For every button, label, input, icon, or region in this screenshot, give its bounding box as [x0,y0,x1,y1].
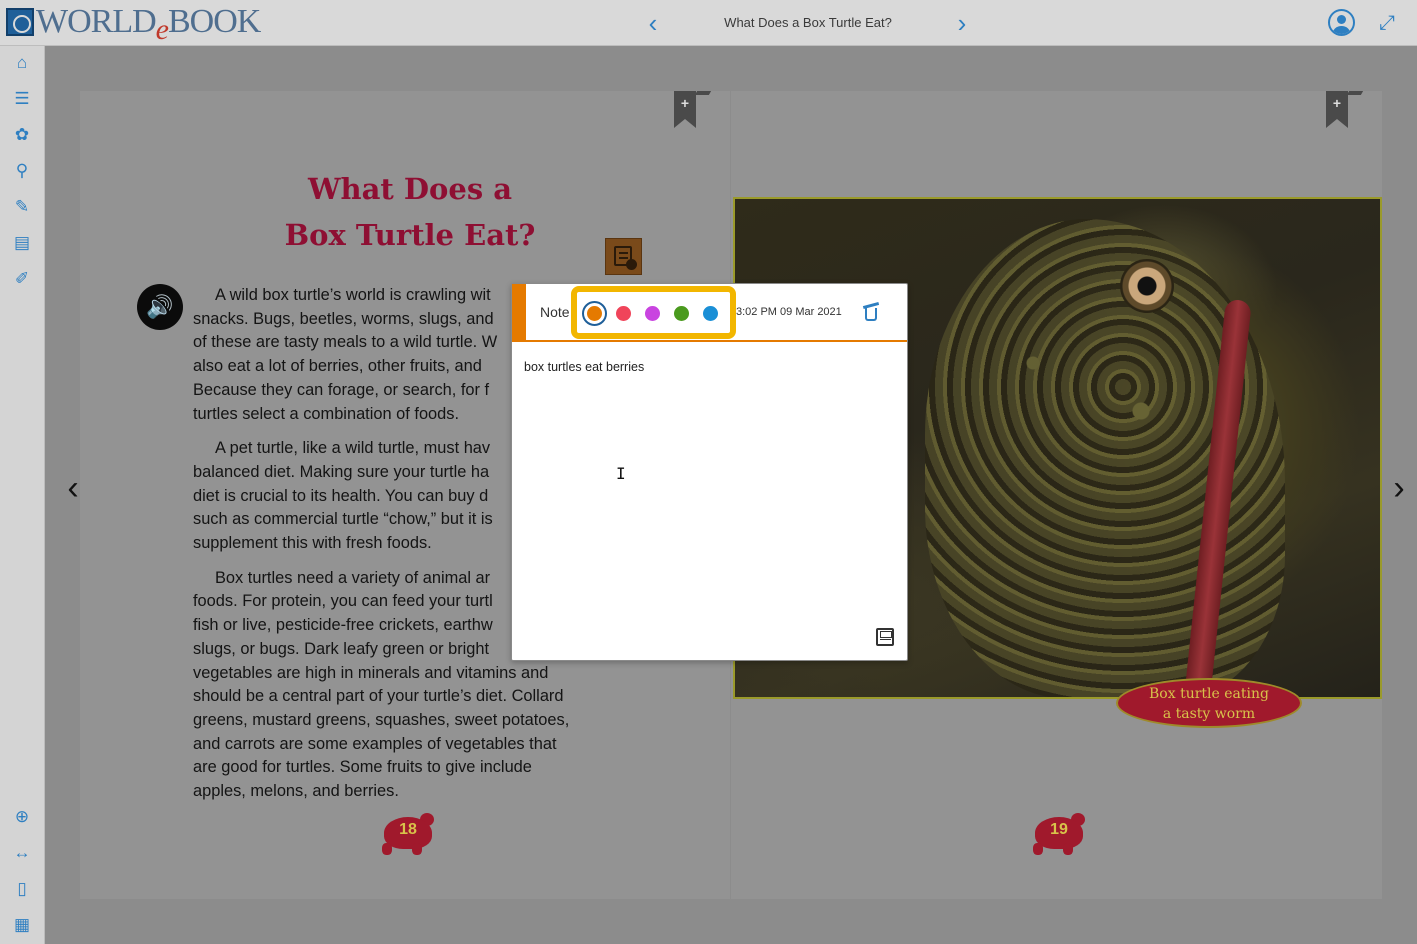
color-swatch-purple[interactable] [645,306,660,321]
note-text-area[interactable]: box turtles eat berries [524,360,894,374]
add-bookmark-right-icon[interactable]: + [1326,91,1348,128]
caption-line-1: Box turtle eating [1149,686,1269,702]
top-bar: WORLD e BOOK ‹ What Does a Box Turtle Eat?… [0,0,1417,46]
zoom-in-icon[interactable]: ⊕ [11,806,33,828]
add-bookmark-left-icon[interactable]: + [674,91,696,128]
notes-icon[interactable]: ▤ [11,232,33,254]
logo-text-world: WORLD [36,3,157,40]
previous-title-button[interactable]: ‹ [641,10,665,36]
note-header: Note 3:02 PM 09 Mar 2021 [512,284,907,342]
note-color-accent [512,284,526,341]
logo-text-e: e [155,13,169,46]
page-title-text: What Does a Box Turtle Eat? [284,172,536,252]
caption-line-2: a tasty worm [1162,706,1256,722]
page-number-18: 18 [376,813,436,859]
annotate-icon[interactable]: ✎ [11,196,33,218]
note-popup: Note 3:02 PM 09 Mar 2021 box turtles eat… [511,283,908,661]
home-icon[interactable]: ⌂ [11,52,33,74]
photo-caption: Box turtle eating a tasty worm [1116,678,1302,728]
logo-text-book: BOOK [167,3,261,40]
globe-icon [6,8,34,36]
highlighter-icon[interactable]: ✐ [11,268,33,290]
next-page-arrow[interactable]: › [1388,470,1410,506]
save-note-icon[interactable] [876,628,894,646]
note-color-picker [571,286,736,339]
color-swatch-orange[interactable] [582,301,607,326]
next-title-button[interactable]: › [950,10,974,36]
user-account-icon[interactable] [1328,9,1355,36]
bookmark-fold [1346,91,1364,95]
color-swatch-red[interactable] [616,306,631,321]
turtle-eye-image [1120,259,1174,313]
color-swatch-blue[interactable] [703,306,718,321]
fullscreen-icon[interactable]: ⤢ [1376,12,1398,34]
text-cursor-icon: I [616,464,626,483]
book-title: What Does a Box Turtle Eat? [724,15,892,30]
note-date: 3:02 PM 09 Mar 2021 [736,306,842,318]
note-label: Note [540,304,570,320]
note-marker-icon[interactable] [605,238,642,275]
single-page-icon[interactable]: ▯ [11,878,33,900]
page-title: What Does a Box Turtle Eat? [260,166,560,258]
sidebar: ⌂ ☰ ✿ ⚲ ✎ ▤ ✐ ⊕ ↔ ▯ ▦ [0,46,45,944]
thumbnails-icon[interactable]: ▦ [11,914,33,936]
bookmark-fold [694,91,712,95]
page-number-text: 19 [1050,821,1068,838]
page-number-19: 19 [1027,813,1087,859]
page-number-text: 18 [399,821,417,838]
activities-icon[interactable]: ✿ [11,124,33,146]
worldbook-logo[interactable]: WORLD e BOOK [6,3,261,46]
search-icon[interactable]: ⚲ [11,160,33,182]
read-aloud-speaker-icon[interactable]: 🔊 [137,284,183,330]
color-swatch-green[interactable] [674,306,689,321]
fit-width-icon[interactable]: ↔ [11,842,33,864]
table-of-contents-icon[interactable]: ☰ [11,88,33,110]
delete-note-icon[interactable] [862,301,880,322]
